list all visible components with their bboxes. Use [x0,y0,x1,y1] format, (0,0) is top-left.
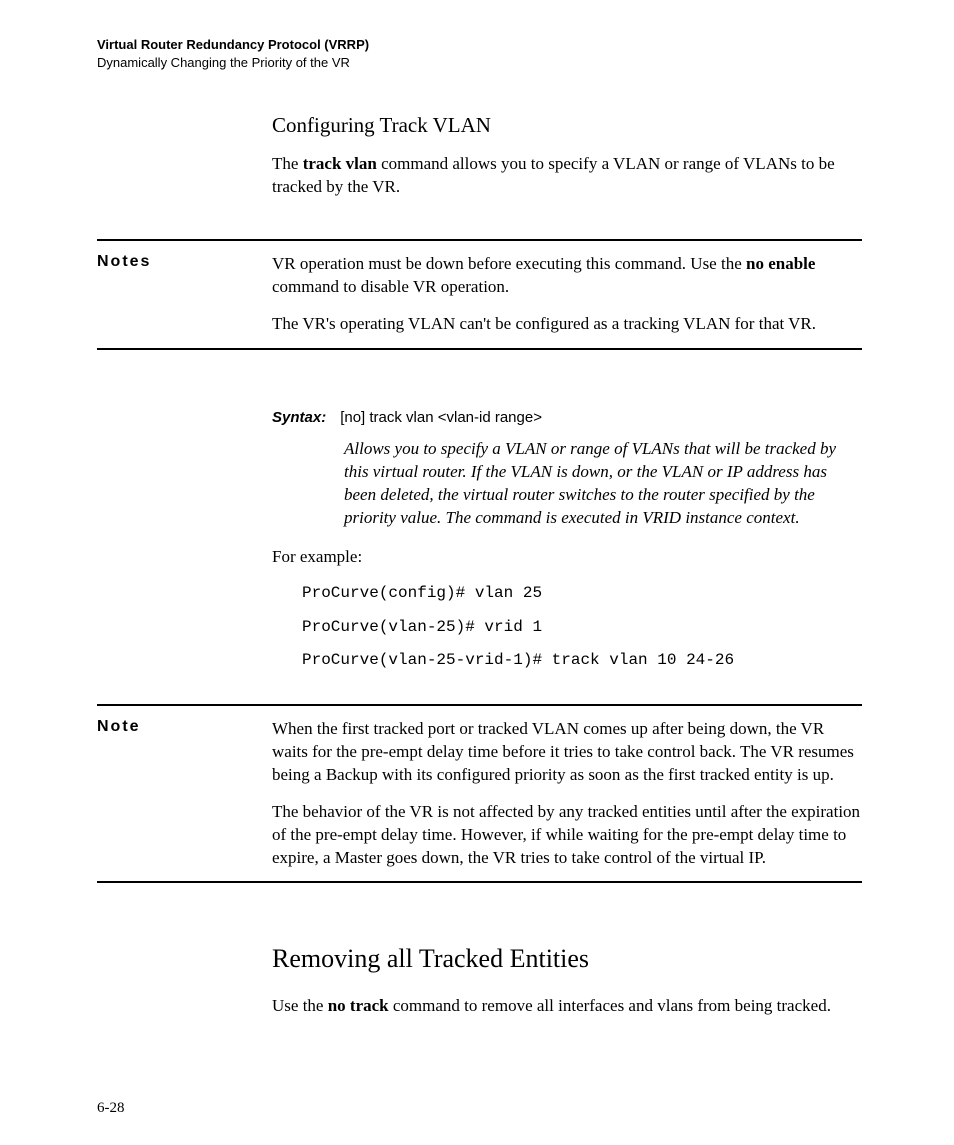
example-code-block: ProCurve(config)# vlan 25 ProCurve(vlan-… [302,583,862,672]
note2-label: Note [97,718,272,736]
notes-label: Notes [97,253,272,271]
note2-rule-top [97,704,862,706]
example-lead: For example: [272,546,862,569]
syntax-command: [no] track vlan <vlan-id range> [340,409,542,426]
example-line-1: ProCurve(config)# vlan 25 [302,583,862,605]
running-header: Virtual Router Redundancy Protocol (VRRP… [97,36,862,71]
notes-rule-top [97,239,862,241]
section-heading-track-vlan: Configuring Track VLAN [272,111,862,139]
section-heading-removing: Removing all Tracked Entities [272,941,862,976]
notes1-p2: The VR's operating VLAN can't be configu… [272,313,862,336]
notes1-p1: VR operation must be down before executi… [272,253,862,299]
section1-intro: The track vlan command allows you to spe… [272,153,862,199]
section2-p: Use the no track command to remove all i… [272,995,862,1018]
track-vlan-bold: track vlan [303,154,377,173]
note2-p2: The behavior of the VR is not affected b… [272,801,862,870]
syntax-line: Syntax: [no] track vlan <vlan-id range> [272,408,862,428]
syntax-label: Syntax: [272,409,326,426]
syntax-description: Allows you to specify a VLAN or range of… [344,438,862,530]
no-enable-bold: no enable [746,254,815,273]
header-title: Virtual Router Redundancy Protocol (VRRP… [97,36,862,54]
note2-p1: When the first tracked port or tracked V… [272,718,862,787]
page-number: 6-28 [97,1100,125,1117]
example-line-3: ProCurve(vlan-25-vrid-1)# track vlan 10 … [302,650,862,672]
example-line-2: ProCurve(vlan-25)# vrid 1 [302,617,862,639]
no-track-bold: no track [328,996,389,1015]
header-subtitle: Dynamically Changing the Priority of the… [97,54,862,72]
